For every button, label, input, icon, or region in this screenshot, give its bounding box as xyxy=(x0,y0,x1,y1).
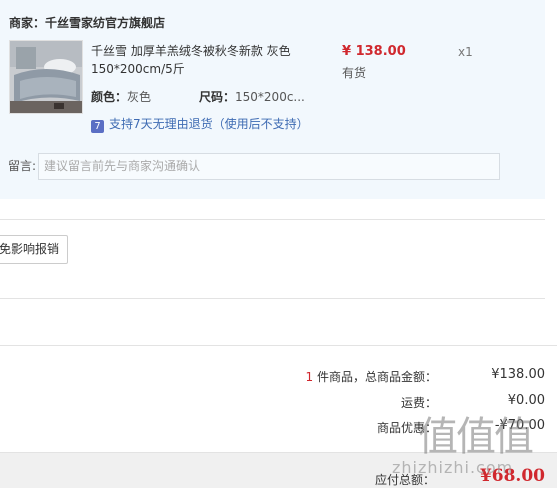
shop-name-link[interactable]: 千丝雪家纺官方旗舰店 xyxy=(45,16,165,30)
divider xyxy=(0,219,545,220)
product-title-link[interactable]: 千丝雪 加厚羊羔绒冬被秋冬新款 灰色150*200cm/5斤 xyxy=(91,42,311,78)
seven-day-return-icon: 7 xyxy=(91,120,104,133)
product-thumbnail[interactable] xyxy=(9,40,83,114)
divider xyxy=(0,345,557,346)
order-item-panel: 商家：千丝雪家纺官方旗舰店 千丝雪 加厚羊羔绒冬被秋冬新款 灰色150*200c… xyxy=(0,0,545,199)
product-color-attr: 颜色：灰色 xyxy=(91,88,151,105)
size-value: 150*200c... xyxy=(235,90,305,104)
size-label: 尺码： xyxy=(199,90,236,104)
color-label: 颜色： xyxy=(91,90,128,104)
memo-label: 留言: xyxy=(8,159,37,173)
product-size-attr: 尺码：150*200c... xyxy=(199,88,305,105)
goods-count-suffix: 件商品，总商品金额： xyxy=(316,370,437,384)
watermark-logo: 值值值 xyxy=(418,414,534,460)
goods-count-line: 1 件商品，总商品金额： xyxy=(306,368,437,385)
stock-status: 有货 xyxy=(342,66,367,80)
shop-label: 商家： xyxy=(9,16,46,30)
shop-name-line: 商家：千丝雪家纺官方旗舰店 xyxy=(9,14,165,31)
return-service-link[interactable]: 7 支持7天无理由退货（使用后不支持） xyxy=(91,115,309,133)
invoice-button[interactable]: 免影响报销 xyxy=(0,235,69,264)
watermark-site: zhizhizhi.com xyxy=(392,458,514,477)
product-image xyxy=(10,41,82,113)
quantity: x1 xyxy=(458,45,473,59)
goods-count: 1 xyxy=(305,370,314,384)
memo-input[interactable]: 建议留言前先与商家沟通确认 xyxy=(38,153,500,180)
goods-amount: ¥138.00 xyxy=(491,367,545,382)
service-text: 支持7天无理由退货（使用后不支持） xyxy=(109,117,309,131)
unit-price: ¥ 138.00 xyxy=(342,44,406,59)
color-value: 灰色 xyxy=(127,90,152,104)
divider xyxy=(0,298,545,299)
